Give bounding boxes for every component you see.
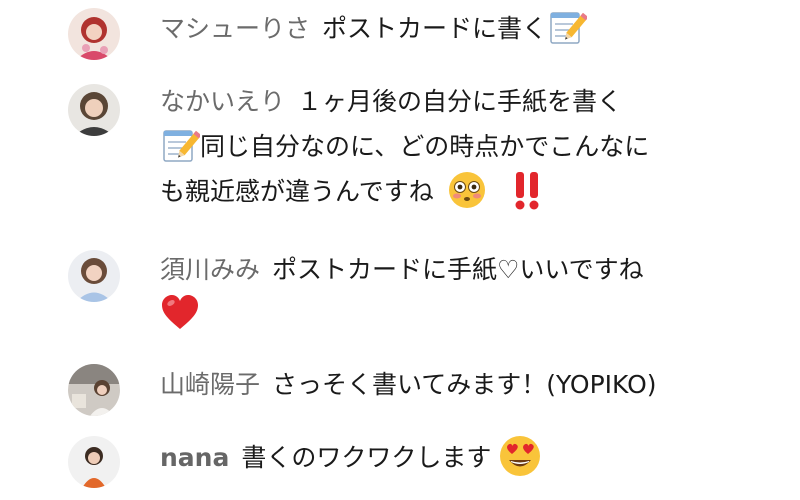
heart-eyes-face-icon [497, 433, 543, 479]
memo-icon [160, 125, 200, 165]
red-heart-icon [160, 293, 200, 333]
comment-author[interactable]: nana [160, 443, 229, 472]
memo-icon [547, 7, 588, 47]
comment-message-line: １ヶ月後の自分に手紙を書く [297, 87, 623, 116]
avatar[interactable] [68, 250, 120, 302]
comment-list: マシューりさ ポストカードに書く なかいえり １ヶ月後の自分に手紙を書く 同じ自… [0, 0, 800, 500]
flushed-face-icon [446, 169, 488, 211]
comment-text: nana 書くのワクワクします [160, 435, 760, 482]
comment-text: マシューりさ ポストカードに書く [160, 6, 760, 51]
avatar[interactable] [68, 8, 120, 60]
comment-message: ポストカードに書く [322, 14, 548, 43]
avatar[interactable] [68, 364, 120, 416]
double-exclamation-icon [510, 169, 544, 211]
comment-text: 須川みみ ポストカードに手紙♡いいですね [160, 247, 760, 337]
avatar[interactable] [68, 84, 120, 136]
comment-author[interactable]: なかいえり [160, 87, 285, 116]
comment-message: さっそく書いてみます！(YOPIKO) [272, 370, 657, 399]
comment-message: ポストカードに手紙♡いいですね [272, 255, 644, 284]
comment-text: なかいえり １ヶ月後の自分に手紙を書く 同じ自分なのに、どの時点かでこんなに も… [160, 79, 760, 214]
comment-message: 書くのワクワクします [241, 443, 492, 472]
comment-author[interactable]: 山崎陽子 [160, 370, 260, 399]
comment-text: 山崎陽子 さっそく書いてみます！(YOPIKO) [160, 362, 760, 407]
avatar[interactable] [68, 436, 120, 488]
comment-message-line: 同じ自分なのに、どの時点かでこんなに [200, 132, 650, 161]
comment-message-line: も親近感が違うんですね [160, 177, 434, 206]
comment-author[interactable]: マシューりさ [160, 14, 310, 43]
comment-author[interactable]: 須川みみ [160, 255, 260, 284]
